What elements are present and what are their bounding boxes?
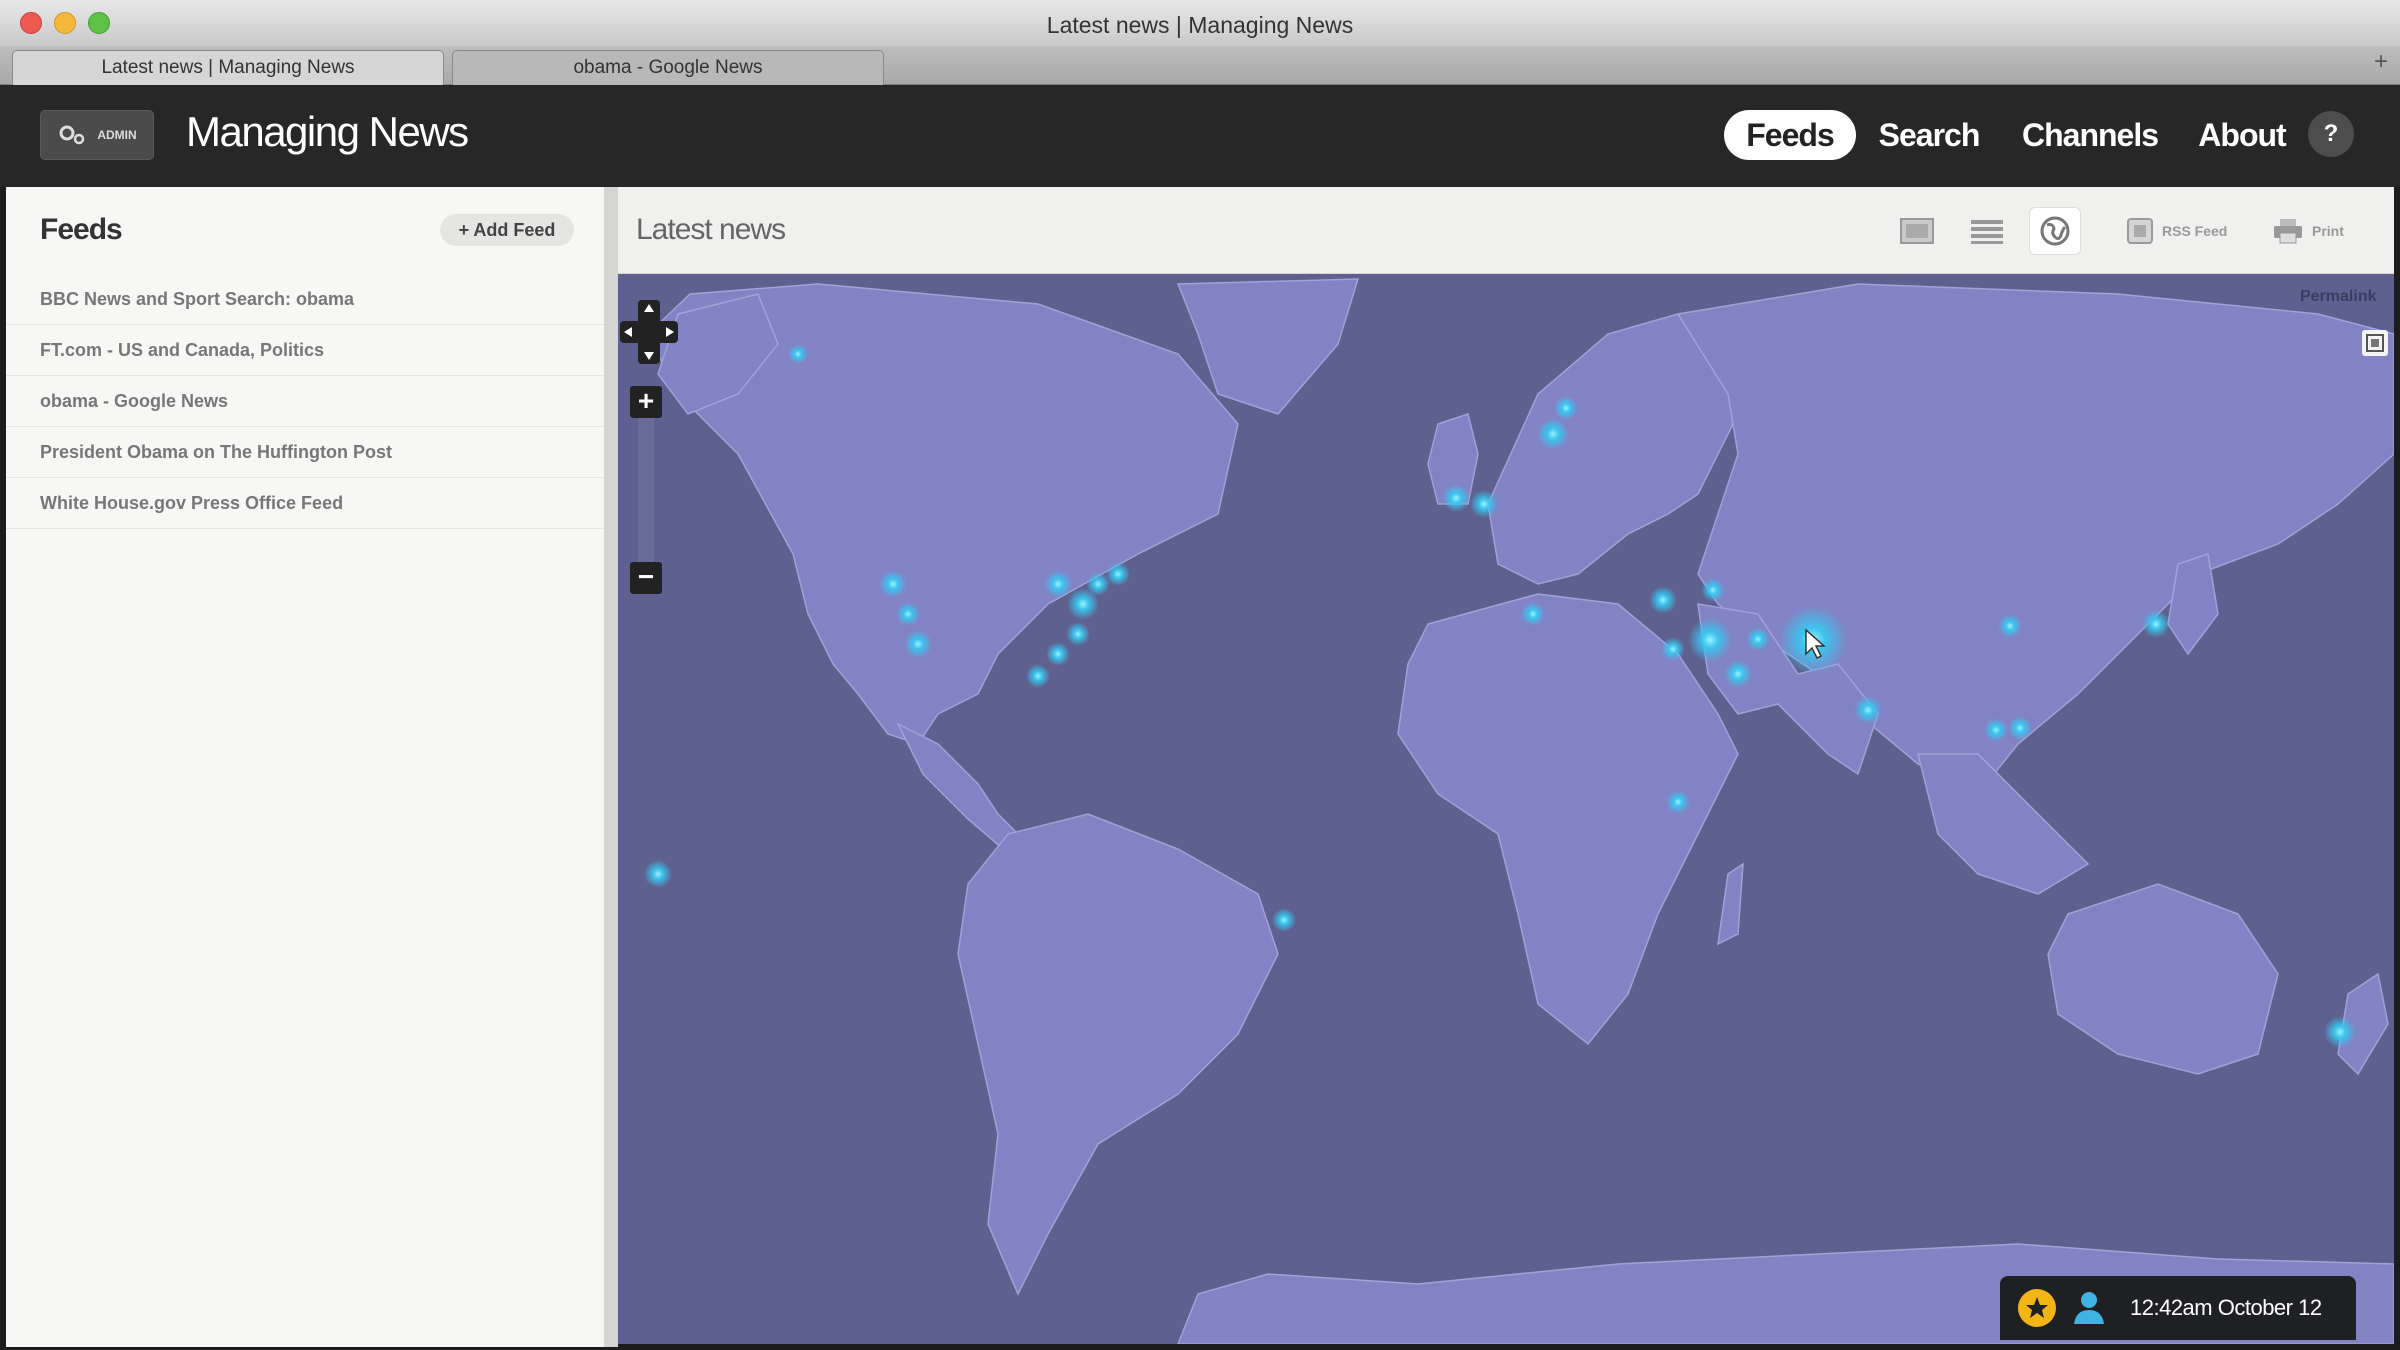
- status-bar: 12:42am October 12: [2000, 1276, 2356, 1340]
- world-map-canvas[interactable]: [618, 274, 2394, 1344]
- feed-item-ft[interactable]: FT.com - US and Canada, Politics: [6, 325, 604, 376]
- admin-gears-icon: [59, 125, 85, 145]
- star-icon: [2026, 1297, 2048, 1318]
- nav-feeds[interactable]: Feeds: [1724, 110, 1856, 160]
- map-zoom-control: + −: [630, 386, 662, 600]
- star-badge[interactable]: [2018, 1289, 2056, 1327]
- map-view-button[interactable]: [2030, 208, 2080, 254]
- zoom-out-button[interactable]: −: [630, 562, 662, 594]
- hotspot[interactable]: [904, 630, 932, 658]
- help-button[interactable]: ?: [2308, 111, 2354, 157]
- feed-item-google-news[interactable]: obama - Google News: [6, 376, 604, 427]
- print-label: Print: [2312, 223, 2344, 239]
- layer-switcher-button[interactable]: [2362, 330, 2388, 356]
- hotspot[interactable]: [1701, 578, 1725, 602]
- hotspot[interactable]: [1026, 664, 1050, 688]
- zoom-slider[interactable]: [638, 418, 654, 562]
- hotspot[interactable]: [1688, 618, 1732, 662]
- window-title: Latest news | Managing News: [1046, 12, 1354, 38]
- hotspot[interactable]: [1044, 570, 1072, 598]
- feed-item-whitehouse[interactable]: White House.gov Press Office Feed: [6, 478, 604, 529]
- admin-button[interactable]: ADMIN: [40, 110, 154, 160]
- browser-tab-google-news[interactable]: obama - Google News: [452, 50, 884, 85]
- hotspot[interactable]: [1106, 562, 1130, 586]
- single-view-button[interactable]: [1892, 208, 1942, 254]
- feed-item-huffington[interactable]: President Obama on The Huffington Post: [6, 427, 604, 478]
- status-time: 12:42am October 12: [2130, 1295, 2322, 1320]
- hotspot[interactable]: [1998, 614, 2022, 638]
- new-tab-button[interactable]: +: [2374, 48, 2388, 76]
- pan-arrows-icon: [620, 300, 678, 364]
- hotspot[interactable]: [1854, 696, 1882, 724]
- hotspot[interactable]: [1442, 484, 1470, 512]
- browser-tab-strip: Latest news | Managing News obama - Goog…: [0, 46, 2400, 85]
- browser-tab-latest-news[interactable]: Latest news | Managing News: [12, 50, 444, 85]
- list-view-icon: [1971, 220, 2003, 244]
- hotspot[interactable]: [1272, 908, 1296, 932]
- sidebar-resize-handle[interactable]: [604, 187, 618, 1347]
- news-world-map[interactable]: [618, 274, 2394, 1344]
- admin-label: ADMIN: [97, 128, 137, 142]
- content-title: Latest news: [636, 213, 786, 246]
- hotspot[interactable]: [1661, 637, 1685, 661]
- hotspot[interactable]: [1521, 602, 1545, 626]
- permalink-link[interactable]: Permalink: [2300, 288, 2376, 306]
- rss-feed-label: RSS Feed: [2162, 223, 2228, 239]
- hotspot[interactable]: [788, 344, 808, 364]
- layers-icon: [2366, 334, 2384, 352]
- printer-icon: [2274, 219, 2302, 244]
- single-view-icon: [1900, 218, 1934, 244]
- list-view-button[interactable]: [1962, 208, 2012, 254]
- hotspot[interactable]: [1666, 790, 1690, 814]
- hotspot[interactable]: [1470, 490, 1498, 518]
- hotspot[interactable]: [2008, 716, 2032, 740]
- hotspot[interactable]: [1984, 718, 2008, 742]
- nav-search[interactable]: Search: [1874, 110, 1984, 160]
- hotspot[interactable]: [896, 602, 920, 626]
- hotspot[interactable]: [1046, 642, 1070, 666]
- map-pan-control[interactable]: [620, 300, 678, 364]
- window-titlebar: Latest news | Managing News: [0, 0, 2400, 47]
- feed-item-bbc[interactable]: BBC News and Sport Search: obama: [6, 274, 604, 325]
- print-link[interactable]: Print: [2272, 214, 2344, 248]
- globe-view-icon: [2040, 216, 2070, 246]
- feed-list: BBC News and Sport Search: obama FT.com …: [6, 274, 604, 529]
- hotspot[interactable]: [1537, 418, 1569, 450]
- rss-icon: [2127, 218, 2153, 244]
- hotspot[interactable]: [1554, 396, 1578, 420]
- hotspot[interactable]: [2324, 1016, 2356, 1048]
- user-icon[interactable]: [2072, 1290, 2106, 1326]
- hotspot[interactable]: [2142, 610, 2170, 638]
- site-brand[interactable]: Managing News: [186, 108, 469, 156]
- hotspot[interactable]: [1649, 586, 1677, 614]
- rss-feed-link[interactable]: RSS Feed: [2126, 214, 2227, 248]
- hotspot[interactable]: [879, 570, 907, 598]
- sidebar-title: Feeds: [40, 213, 123, 246]
- zoom-in-button[interactable]: +: [630, 386, 662, 418]
- hotspot[interactable]: [1724, 660, 1752, 688]
- nav-channels[interactable]: Channels: [2018, 110, 2162, 160]
- hotspot[interactable]: [644, 860, 672, 888]
- nav-about[interactable]: About: [2194, 110, 2290, 160]
- hotspot[interactable]: [1066, 622, 1090, 646]
- hotspot[interactable]: [1746, 627, 1770, 651]
- add-feed-button[interactable]: + Add Feed: [440, 214, 574, 246]
